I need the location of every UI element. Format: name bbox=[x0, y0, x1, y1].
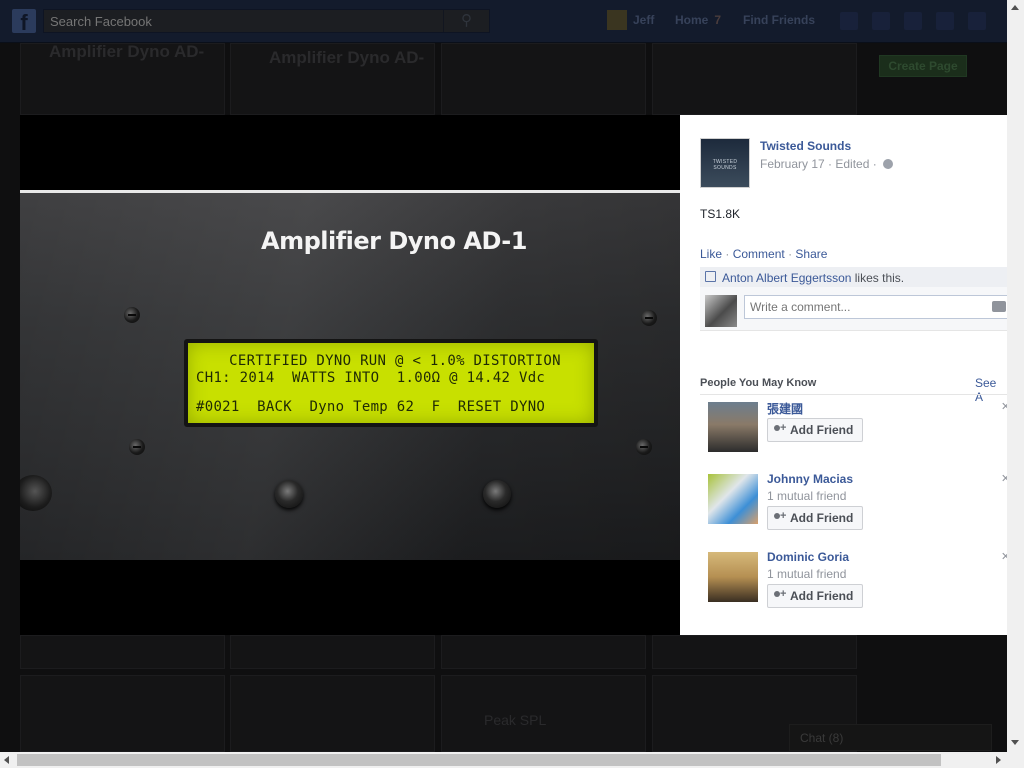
nav-find-friends[interactable]: Find Friends bbox=[743, 13, 815, 27]
person-photo[interactable] bbox=[708, 552, 758, 602]
background-photo-tile bbox=[20, 675, 225, 752]
privacy-shortcuts-icon[interactable] bbox=[936, 12, 954, 30]
horizontal-scrollbar[interactable] bbox=[0, 752, 1007, 768]
scroll-left-arrow-icon[interactable] bbox=[4, 756, 9, 764]
person-suggestion: Dominic Goria 1 mutual friend Add Friend… bbox=[708, 550, 1007, 612]
person-suggestion: 張建國 Add Friend ✕ bbox=[708, 400, 1007, 462]
search-box[interactable]: ⚲ bbox=[43, 9, 490, 33]
background-photo-tile: Peak SPL bbox=[441, 675, 646, 752]
add-friend-button[interactable]: Add Friend bbox=[767, 584, 863, 608]
person-photo[interactable] bbox=[708, 402, 758, 452]
background-photo-tile bbox=[20, 635, 225, 669]
chat-label: Chat (8) bbox=[800, 731, 844, 745]
lcd-line-2: CH1: 2014 WATTS INTO 1.00Ω @ 14.42 Vdc bbox=[196, 370, 546, 386]
search-icon[interactable]: ⚲ bbox=[443, 10, 489, 32]
nav-home[interactable]: Home 7 bbox=[675, 13, 721, 27]
lcd-display: CERTIFIED DYNO RUN @ < 1.0% DISTORTION C… bbox=[184, 339, 598, 427]
amplifier-dyno-photo[interactable]: Amplifier Dyno AD-1 CERTIFIED DYNO RUN @… bbox=[20, 190, 680, 560]
create-page-button[interactable]: Create Page bbox=[879, 55, 967, 77]
friend-requests-icon[interactable] bbox=[840, 12, 858, 30]
messages-icon[interactable] bbox=[872, 12, 890, 30]
nav-home-label: Home bbox=[675, 13, 709, 27]
likes-suffix: likes this. bbox=[854, 271, 905, 285]
comment-composer bbox=[700, 287, 1007, 331]
horizontal-scrollbar-thumb[interactable] bbox=[17, 754, 941, 766]
scrollbar-corner bbox=[1007, 752, 1024, 768]
background-photo-tile bbox=[230, 675, 435, 752]
photo-panel-title: Amplifier Dyno AD-1 bbox=[261, 227, 527, 255]
mutual-friends-count[interactable]: 1 mutual friend bbox=[767, 567, 846, 581]
scroll-right-arrow-icon[interactable] bbox=[996, 756, 1001, 764]
post-actions: Like · Comment · Share bbox=[700, 247, 828, 261]
post-meta: February 17 · Edited · bbox=[760, 157, 894, 171]
like-link[interactable]: Like bbox=[700, 247, 722, 261]
background-photo-tile bbox=[652, 43, 857, 115]
nav-home-badge: 7 bbox=[714, 13, 722, 27]
thumbs-up-icon bbox=[705, 271, 716, 282]
lcd-line-3: #0021 BACK Dyno Temp 62 F RESET DYNO bbox=[196, 399, 546, 415]
post-caption: TS1.8K bbox=[700, 207, 741, 221]
page-avatar-text: TWISTED SOUNDS bbox=[712, 159, 738, 171]
chat-sidebar-toggle[interactable]: Chat (8) bbox=[789, 724, 992, 751]
add-friend-icon bbox=[774, 422, 786, 435]
page-avatar[interactable]: TWISTED SOUNDS bbox=[700, 138, 750, 188]
photo-viewer-stage[interactable]: Amplifier Dyno AD-1 CERTIFIED DYNO RUN @… bbox=[20, 115, 680, 635]
comment-input[interactable] bbox=[744, 295, 1007, 319]
scroll-down-arrow-icon[interactable] bbox=[1011, 740, 1019, 745]
top-navigation-bar: f ⚲ Jeff Home 7 Find Friends bbox=[0, 0, 1007, 43]
background-tile-caption: Peak SPL bbox=[484, 712, 547, 728]
mutual-friends-count[interactable]: 1 mutual friend bbox=[767, 489, 846, 503]
lcd-line-1: CERTIFIED DYNO RUN @ < 1.0% DISTORTION bbox=[229, 353, 561, 369]
likes-summary: Anton Albert Eggertsson likes this. bbox=[700, 267, 1007, 287]
add-friend-button[interactable]: Add Friend bbox=[767, 418, 863, 442]
screw bbox=[636, 439, 652, 455]
divider bbox=[700, 394, 1007, 395]
background-photo-tile: Amplifier Dyno AD- bbox=[230, 43, 435, 115]
background-photo-tile bbox=[441, 635, 646, 669]
liker-name-link[interactable]: Anton Albert Eggertsson bbox=[722, 271, 851, 285]
screw bbox=[124, 307, 140, 323]
background-photo-tile bbox=[652, 635, 857, 669]
post-date[interactable]: February 17 bbox=[760, 157, 825, 171]
add-friend-label: Add Friend bbox=[790, 589, 854, 603]
person-suggestion: Johnny Macias 1 mutual friend Add Friend… bbox=[708, 472, 1007, 534]
search-input[interactable] bbox=[44, 10, 444, 32]
background-tile-caption: Amplifier Dyno AD- bbox=[269, 48, 425, 67]
background-photo-tile: Amplifier Dyno AD- bbox=[20, 42, 225, 115]
comment-link[interactable]: Comment bbox=[733, 247, 785, 261]
background-photo-tile bbox=[441, 43, 646, 115]
add-friend-label: Add Friend bbox=[790, 511, 854, 525]
screw bbox=[641, 310, 657, 326]
notifications-icon[interactable] bbox=[904, 12, 922, 30]
person-photo[interactable] bbox=[708, 474, 758, 524]
globe-icon[interactable] bbox=[883, 159, 894, 169]
camera-icon[interactable] bbox=[992, 301, 1006, 312]
person-name-link[interactable]: Dominic Goria bbox=[767, 550, 849, 564]
facebook-logo-icon[interactable]: f bbox=[12, 9, 36, 35]
share-link[interactable]: Share bbox=[795, 247, 827, 261]
scroll-up-arrow-icon[interactable] bbox=[1011, 5, 1019, 10]
add-friend-label: Add Friend bbox=[790, 423, 854, 437]
add-friend-icon bbox=[774, 510, 786, 523]
control-knob bbox=[483, 480, 511, 508]
background-tile-caption: Amplifier Dyno AD- bbox=[49, 42, 205, 61]
post-edited[interactable]: Edited bbox=[835, 157, 869, 171]
add-friend-icon bbox=[774, 588, 786, 601]
page-name-link[interactable]: Twisted Sounds bbox=[760, 139, 851, 153]
user-avatar[interactable] bbox=[607, 10, 627, 30]
control-knob bbox=[275, 480, 303, 508]
person-name-link[interactable]: Johnny Macias bbox=[767, 472, 853, 486]
photo-info-panel: TWISTED SOUNDS Twisted Sounds February 1… bbox=[680, 115, 1007, 635]
screw bbox=[129, 439, 145, 455]
account-menu-icon[interactable] bbox=[968, 12, 986, 30]
people-you-may-know-title: People You May Know bbox=[700, 377, 817, 389]
background-photo-tile bbox=[230, 635, 435, 669]
nav-user-name[interactable]: Jeff bbox=[633, 13, 654, 27]
person-name-link[interactable]: 張建國 bbox=[767, 400, 803, 417]
add-friend-button[interactable]: Add Friend bbox=[767, 506, 863, 530]
vertical-scrollbar[interactable] bbox=[1007, 0, 1024, 752]
commenter-avatar bbox=[705, 295, 737, 327]
